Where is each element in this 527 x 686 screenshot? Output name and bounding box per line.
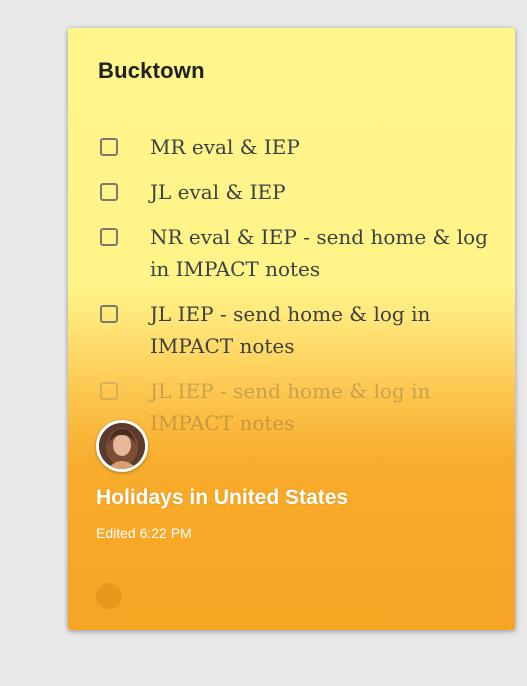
page: Bucktown MR eval & IEP JL eval & IEP NR … (0, 0, 527, 686)
checklist-item: JL eval & IEP (98, 176, 498, 208)
checklist-item-text[interactable]: JL IEP - send home & log in IMPACT notes (150, 302, 430, 358)
checklist-item: NR eval & IEP - send home & log in IMPAC… (98, 221, 498, 285)
avatar-photo (99, 423, 145, 469)
checkbox-icon[interactable] (100, 183, 118, 201)
checkbox-icon[interactable] (100, 138, 118, 156)
checklist-item: MR eval & IEP (98, 131, 498, 163)
note-card[interactable]: Bucktown MR eval & IEP JL eval & IEP NR … (68, 28, 515, 630)
checklist: MR eval & IEP JL eval & IEP NR eval & IE… (98, 131, 498, 452)
checklist-item-text[interactable]: JL eval & IEP (150, 180, 286, 204)
note-title: Bucktown (98, 58, 205, 83)
color-palette-icon[interactable] (96, 583, 122, 609)
event-title[interactable]: Holidays in United States (96, 486, 348, 510)
avatar (96, 420, 148, 472)
checklist-item: JL IEP - send home & log in IMPACT notes (98, 375, 498, 439)
checklist-item-text[interactable]: JL IEP - send home & log in IMPACT notes (150, 379, 430, 435)
checklist-item-text[interactable]: MR eval & IEP (150, 135, 300, 159)
checkbox-icon[interactable] (100, 382, 118, 400)
checklist-item: JL IEP - send home & log in IMPACT notes (98, 298, 498, 362)
checkbox-icon[interactable] (100, 305, 118, 323)
checkbox-icon[interactable] (100, 228, 118, 246)
edited-timestamp: Edited 6:22 PM (96, 525, 192, 541)
checklist-item-text[interactable]: NR eval & IEP - send home & log in IMPAC… (150, 225, 488, 281)
